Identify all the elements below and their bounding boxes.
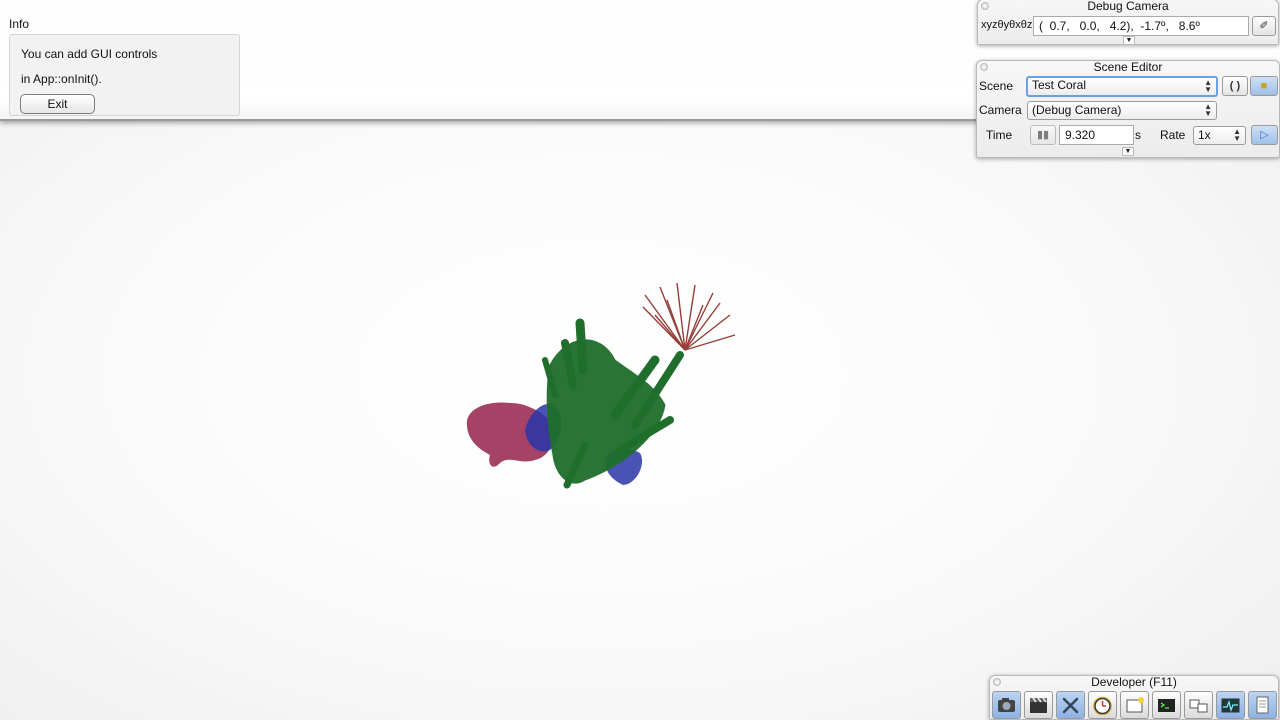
network-windows-button[interactable]	[1184, 691, 1213, 719]
debug-camera-expand-icon[interactable]: ▼	[1123, 36, 1135, 45]
film-clapper-icon	[1030, 697, 1047, 713]
debug-camera-frame-field[interactable]: ( 0.7, 0.0, 4.2), -1.7º, 8.6º	[1033, 16, 1249, 36]
select-arrows-icon: ▲ ▼	[1204, 78, 1212, 94]
rate-label: Rate	[1160, 128, 1186, 142]
developer-title[interactable]: Developer (F11)	[990, 676, 1278, 689]
scene-select[interactable]: Test Coral ▲ ▼	[1026, 76, 1218, 97]
log-button[interactable]	[1248, 691, 1277, 719]
wrench-tools-icon	[1062, 697, 1079, 714]
reload-icon: ( )	[1229, 80, 1241, 92]
debug-camera-xyz-label: xyzθyθxθz	[981, 19, 1033, 31]
green-coral	[542, 318, 684, 489]
document-icon	[1256, 696, 1269, 714]
developer-window: Developer (F11)	[989, 675, 1279, 720]
scene-editor-toggle-button[interactable]	[1056, 691, 1085, 719]
scene-select-value: Test Coral	[1032, 78, 1087, 92]
rate-select[interactable]: 1x ▲ ▼	[1193, 126, 1246, 145]
scene-editor-window: Scene Editor Scene Test Coral ▲ ▼ ( ) ■ C…	[976, 60, 1280, 158]
scene-editor-title[interactable]: Scene Editor	[977, 61, 1279, 74]
network-windows-icon	[1189, 699, 1208, 713]
play-button[interactable]: ▷	[1251, 125, 1278, 145]
select-arrows-icon: ▲ ▼	[1233, 127, 1241, 143]
console-button[interactable]	[1152, 691, 1181, 719]
scene-label: Scene	[979, 79, 1014, 93]
eraser-icon: ✐	[1259, 20, 1269, 32]
scene-editor-expand-icon[interactable]: ▼	[1122, 147, 1134, 156]
camera-icon	[998, 698, 1015, 712]
screenshot-button[interactable]	[992, 691, 1021, 719]
terminal-icon	[1158, 699, 1175, 712]
time-input[interactable]: 9.320	[1059, 125, 1134, 145]
camera-select-value: (Debug Camera)	[1032, 103, 1122, 117]
film-rewind-icon: ▮▮	[1036, 129, 1050, 141]
select-arrows-icon: ▲ ▼	[1204, 102, 1212, 118]
lock-icon: ■	[1260, 80, 1268, 92]
info-panel: You can add GUI controls in App::onInit(…	[9, 34, 240, 116]
time-rewind-button[interactable]: ▮▮	[1030, 125, 1056, 145]
profiler-timer-button[interactable]	[1088, 691, 1117, 719]
exit-button[interactable]: Exit	[20, 94, 95, 114]
info-text-line2: in App::onInit().	[21, 72, 102, 86]
new-window-button[interactable]	[1120, 691, 1149, 719]
graphics-stats-button[interactable]	[1216, 691, 1245, 719]
debug-camera-title[interactable]: Debug Camera	[978, 0, 1278, 13]
copy-frame-button[interactable]: ✐	[1252, 16, 1276, 36]
camera-label: Camera	[979, 103, 1022, 117]
reload-scene-button[interactable]: ( )	[1222, 76, 1248, 96]
camera-select[interactable]: (Debug Camera) ▲ ▼	[1027, 101, 1217, 120]
coral-scene-render[interactable]	[455, 275, 755, 505]
new-window-icon	[1126, 697, 1144, 713]
debug-camera-window: Debug Camera xyzθyθxθz ( 0.7, 0.0, 4.2),…	[977, 0, 1279, 45]
red-fan-coral	[642, 282, 736, 351]
video-record-button[interactable]	[1024, 691, 1053, 719]
time-unit-label: s	[1135, 128, 1141, 142]
time-label: Time	[986, 128, 1013, 142]
info-panel-title: Info	[9, 17, 30, 31]
lock-scene-button[interactable]: ■	[1250, 76, 1278, 96]
rate-select-value: 1x	[1198, 128, 1211, 142]
info-text-line1: You can add GUI controls	[21, 47, 158, 61]
play-icon: ▷	[1260, 129, 1269, 141]
profiler-graph-icon	[1221, 698, 1240, 713]
stopwatch-icon	[1093, 696, 1112, 716]
